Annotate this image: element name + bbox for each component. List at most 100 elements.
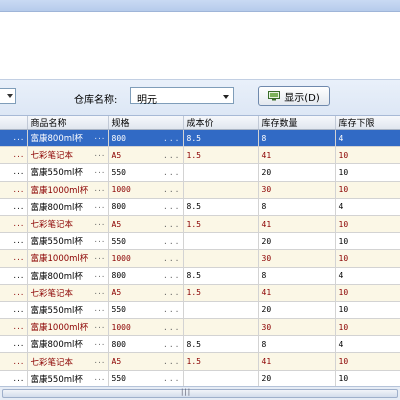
table-row[interactable]: ... 富康800ml杯... 800... 8.5 8 4: [0, 267, 400, 285]
row-indicator-cell[interactable]: ...: [0, 301, 28, 320]
ellipsis-button-icon[interactable]: ...: [94, 373, 105, 385]
cell-stock-qty[interactable]: 20: [258, 301, 336, 320]
cell-spec[interactable]: 800...: [108, 198, 184, 216]
cell-stock-qty[interactable]: 30: [258, 249, 336, 268]
cell-product-name[interactable]: 富康550ml杯...: [27, 370, 109, 386]
ellipsis-button-icon[interactable]: ...: [94, 356, 105, 368]
cell-spec[interactable]: 1000...: [108, 249, 184, 268]
cell-product-name[interactable]: 七彩笔记本...: [27, 352, 109, 371]
row-indicator-cell[interactable]: ...: [0, 146, 28, 165]
row-indicator-cell[interactable]: ...: [0, 163, 28, 182]
cell-spec[interactable]: 550...: [108, 301, 184, 320]
cell-cost[interactable]: [183, 370, 259, 386]
ellipsis-button-icon[interactable]: ...: [163, 288, 180, 297]
ellipsis-button-icon[interactable]: ...: [94, 132, 105, 144]
ellipsis-button-icon[interactable]: ...: [163, 134, 180, 143]
cell-spec[interactable]: 800...: [108, 267, 184, 285]
cell-stock-min[interactable]: 10: [335, 284, 400, 302]
cell-cost[interactable]: 1.5: [183, 284, 259, 302]
cell-stock-min[interactable]: 10: [335, 318, 400, 337]
cell-cost[interactable]: 1.5: [183, 352, 259, 371]
cell-spec[interactable]: 550...: [108, 370, 184, 386]
ellipsis-button-icon[interactable]: ...: [94, 218, 105, 230]
ellipsis-button-icon[interactable]: ...: [94, 201, 105, 213]
horizontal-scrollbar[interactable]: |||: [0, 386, 400, 400]
cell-product-name[interactable]: 富康1000ml杯...: [27, 249, 109, 268]
ellipsis-button-icon[interactable]: ...: [163, 340, 180, 349]
cell-stock-qty[interactable]: 8: [258, 129, 336, 148]
row-indicator-cell[interactable]: ...: [0, 284, 28, 302]
cell-stock-qty[interactable]: 30: [258, 181, 336, 199]
chevron-down-icon[interactable]: [7, 94, 13, 98]
cell-cost[interactable]: 8.5: [183, 198, 259, 216]
ellipsis-button-icon[interactable]: ...: [94, 270, 105, 282]
cell-spec[interactable]: 1000...: [108, 181, 184, 199]
ellipsis-button-icon[interactable]: ...: [94, 149, 105, 161]
table-row[interactable]: ... 富康1000ml杯... 1000... 30 10: [0, 249, 400, 268]
table-row[interactable]: ... 富康1000ml杯... 1000... 30 10: [0, 318, 400, 337]
cell-stock-min[interactable]: 10: [335, 163, 400, 182]
row-indicator-cell[interactable]: ...: [0, 215, 28, 234]
cell-product-name[interactable]: 七彩笔记本...: [27, 146, 109, 165]
cell-product-name[interactable]: 富康1000ml杯...: [27, 318, 109, 337]
cell-cost[interactable]: 8.5: [183, 267, 259, 285]
cell-stock-min[interactable]: 10: [335, 215, 400, 234]
table-row[interactable]: ... 富康800ml杯... 800... 8.5 8 4: [0, 335, 400, 354]
cell-spec[interactable]: 1000...: [108, 318, 184, 337]
table-row[interactable]: ... 富康1000ml杯... 1000... 30 10: [0, 181, 400, 199]
cell-stock-min[interactable]: 10: [335, 370, 400, 386]
cell-product-name[interactable]: 七彩笔记本...: [27, 284, 109, 302]
ellipsis-button-icon[interactable]: ...: [163, 374, 180, 383]
ellipsis-button-icon[interactable]: ...: [94, 338, 105, 350]
inventory-grid[interactable]: 商品名称 规格 成本价 库存数量 库存下限 ... 富康800ml杯... 800.…: [0, 116, 400, 386]
ellipsis-button-icon[interactable]: ...: [163, 323, 180, 332]
cell-cost[interactable]: [183, 232, 259, 251]
cell-spec[interactable]: A5...: [108, 352, 184, 371]
ellipsis-button-icon[interactable]: ...: [163, 151, 180, 160]
cell-stock-qty[interactable]: 20: [258, 232, 336, 251]
table-row[interactable]: ... 七彩笔记本... A5... 1.5 41 10: [0, 352, 400, 371]
left-combo-box[interactable]: [0, 88, 16, 104]
cell-stock-qty[interactable]: 8: [258, 335, 336, 354]
ellipsis-button-icon[interactable]: ...: [94, 252, 105, 264]
show-button[interactable]: 显示(D): [258, 86, 330, 106]
cell-cost[interactable]: 1.5: [183, 146, 259, 165]
ellipsis-button-icon[interactable]: ...: [163, 220, 180, 229]
ellipsis-button-icon[interactable]: ...: [94, 235, 105, 247]
cell-stock-qty[interactable]: 8: [258, 198, 336, 216]
cell-cost[interactable]: [183, 181, 259, 199]
table-row[interactable]: ... 富康550ml杯... 550... 20 10: [0, 232, 400, 251]
cell-stock-min[interactable]: 4: [335, 267, 400, 285]
cell-stock-min[interactable]: 10: [335, 146, 400, 165]
column-header-cost[interactable]: 成本价: [183, 116, 259, 130]
table-row[interactable]: ... 七彩笔记本... A5... 1.5 41 10: [0, 284, 400, 302]
row-indicator-cell[interactable]: ...: [0, 335, 28, 354]
table-row[interactable]: ... 富康550ml杯... 550... 20 10: [0, 163, 400, 182]
cell-product-name[interactable]: 富康550ml杯...: [27, 163, 109, 182]
cell-stock-qty[interactable]: 41: [258, 352, 336, 371]
cell-product-name[interactable]: 富康800ml杯...: [27, 129, 109, 148]
table-row[interactable]: ... 七彩笔记本... A5... 1.5 41 10: [0, 215, 400, 234]
table-row[interactable]: ... 富康550ml杯... 550... 20 10: [0, 370, 400, 386]
column-header-min[interactable]: 库存下限: [335, 116, 400, 130]
cell-stock-min[interactable]: 10: [335, 232, 400, 251]
cell-stock-qty[interactable]: 8: [258, 267, 336, 285]
cell-stock-min[interactable]: 10: [335, 249, 400, 268]
row-indicator-cell[interactable]: ...: [0, 352, 28, 371]
chevron-down-icon[interactable]: [223, 95, 229, 99]
row-indicator-cell[interactable]: ...: [0, 267, 28, 285]
row-indicator-cell[interactable]: ...: [0, 181, 28, 199]
cell-spec[interactable]: A5...: [108, 146, 184, 165]
table-row[interactable]: ... 富康800ml杯... 800... 8.5 8 4: [0, 129, 400, 148]
ellipsis-button-icon[interactable]: ...: [163, 271, 180, 280]
cell-spec[interactable]: A5...: [108, 284, 184, 302]
cell-stock-min[interactable]: 10: [335, 352, 400, 371]
cell-stock-min[interactable]: 4: [335, 198, 400, 216]
cell-stock-qty[interactable]: 41: [258, 284, 336, 302]
cell-stock-qty[interactable]: 30: [258, 318, 336, 337]
cell-product-name[interactable]: 七彩笔记本...: [27, 215, 109, 234]
ellipsis-button-icon[interactable]: ...: [94, 287, 105, 299]
cell-stock-min[interactable]: 4: [335, 335, 400, 354]
cell-product-name[interactable]: 富康800ml杯...: [27, 198, 109, 216]
column-header-name[interactable]: 商品名称: [27, 116, 109, 130]
